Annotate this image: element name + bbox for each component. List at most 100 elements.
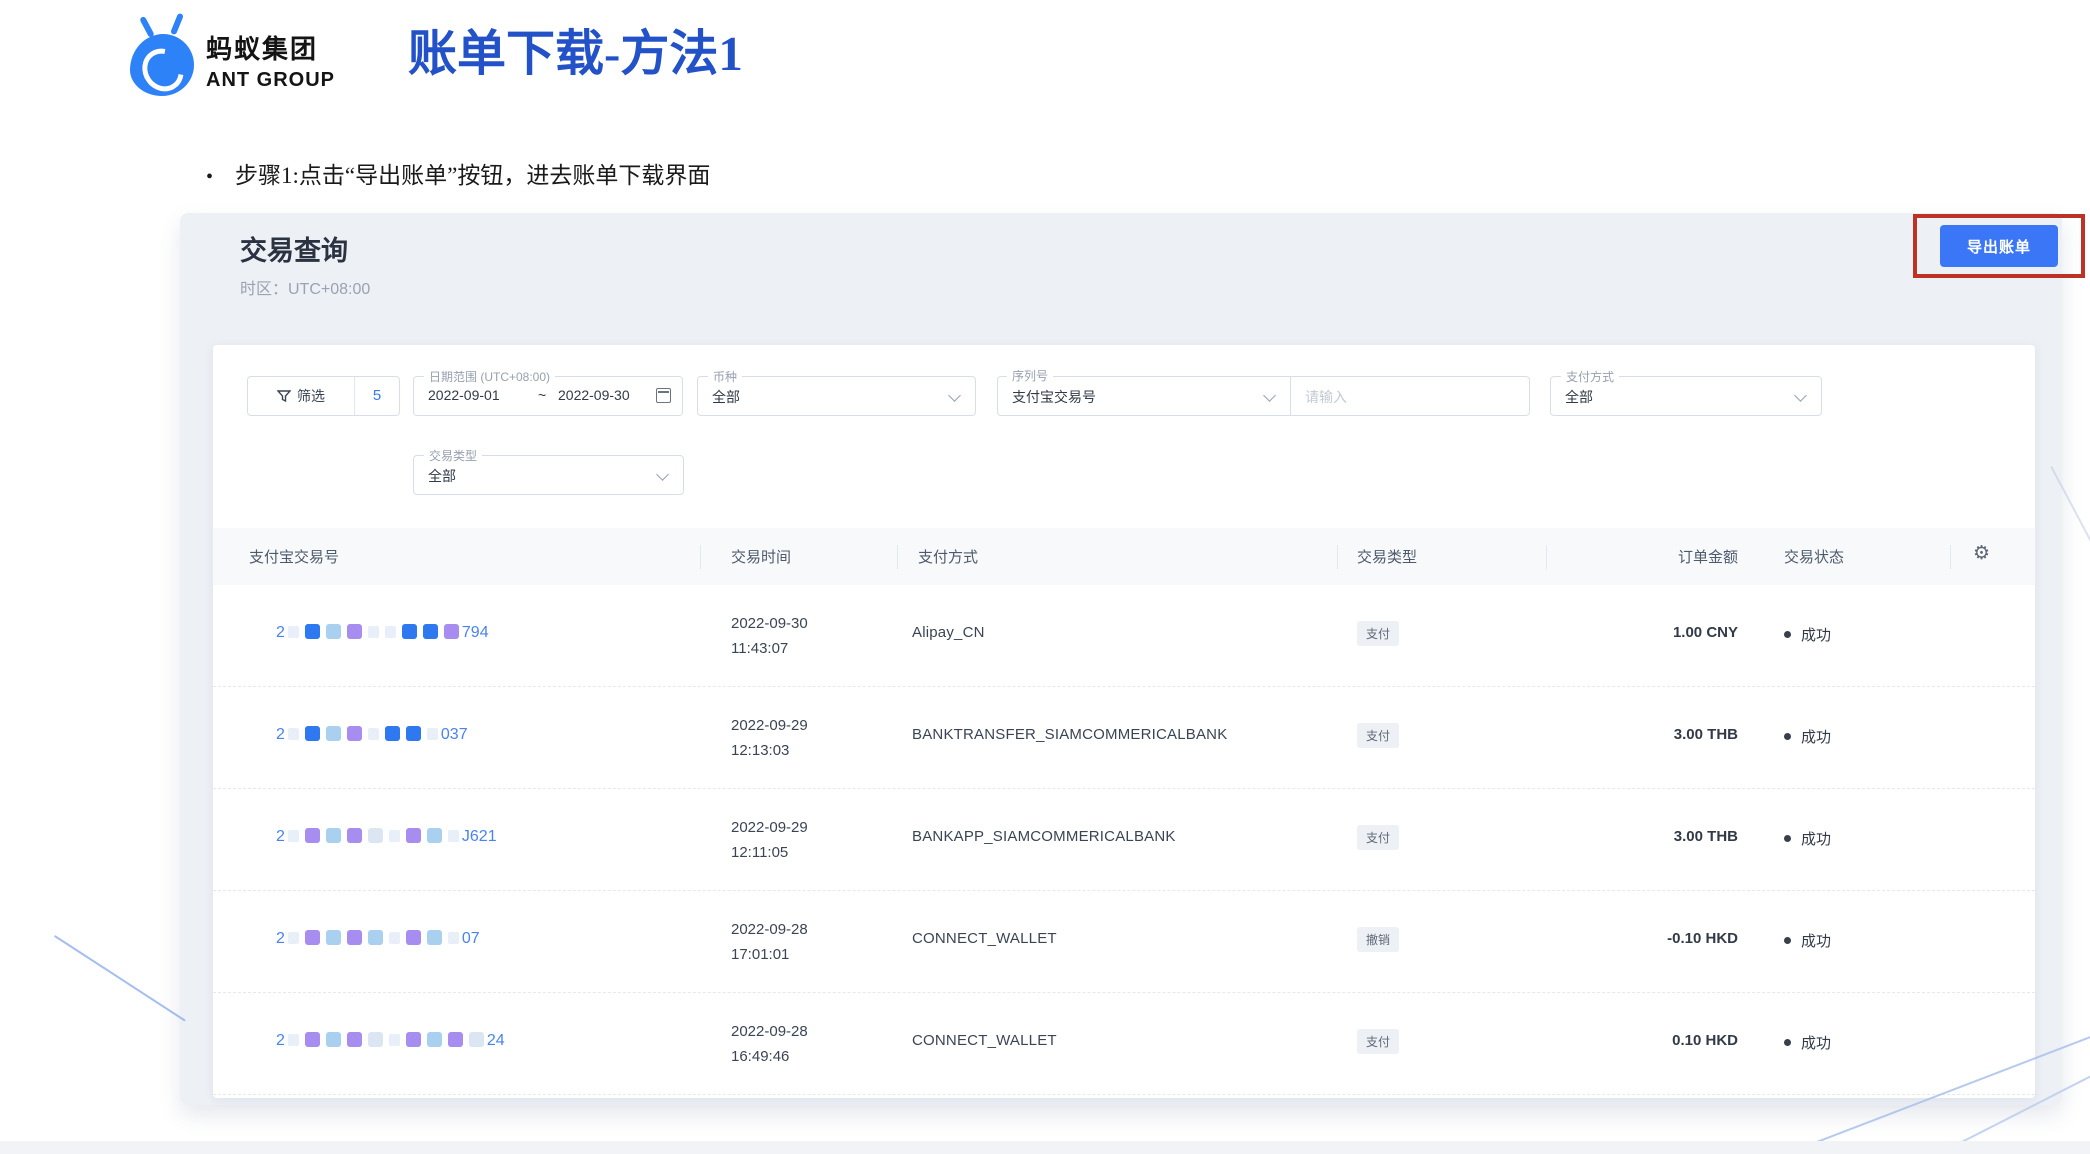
status-dot-icon: [1784, 835, 1791, 842]
filter-toggle-button[interactable]: 筛选 5: [247, 376, 400, 416]
slide-title: 账单下载-方法1: [408, 14, 743, 85]
logo-text: 蚂蚁集团 ANT GROUP: [206, 29, 335, 92]
transaction-id-link[interactable]: 207: [276, 930, 480, 948]
date-range-field[interactable]: 日期范围 (UTC+08:00) 2022-09-01 ~ 2022-09-30: [413, 376, 683, 416]
table-body: 2794 2022-09-3011:43:07 Alipay_CN 支付 1.0…: [213, 585, 2035, 1095]
chevron-down-icon: [1263, 389, 1276, 402]
redaction-block: [385, 726, 400, 741]
step-instruction: •步骤1:点击“导出账单”按钮，进去账单下载界面: [206, 156, 710, 190]
serial-label: 序列号: [1007, 367, 1053, 384]
order-amount: 1.00 CNY: [1673, 624, 1738, 641]
export-bill-button[interactable]: 导出账单: [1940, 225, 2058, 267]
highlight-annotation-box: 导出账单: [1913, 214, 2085, 278]
redaction-block: [368, 626, 379, 638]
redaction-block: [288, 932, 299, 944]
table-header: 支付宝交易号 交易时间 支付方式 交易类型 订单金额 交易状态 ⚙: [213, 528, 2035, 585]
transaction-id-link[interactable]: 2037: [276, 726, 468, 744]
transaction-type: 支付: [1357, 621, 1399, 646]
date-range-label: 日期范围 (UTC+08:00): [424, 368, 555, 385]
logo-name-cn: 蚂蚁集团: [206, 29, 335, 66]
status-dot-icon: [1784, 733, 1791, 740]
pay-method-value: 全部: [1565, 387, 1593, 407]
app-screenshot-panel: 交易查询 时区：UTC+08:00 导出账单 筛选 5 日期范围 (UTC+08…: [180, 213, 2062, 1105]
date-end-value[interactable]: 2022-09-30: [558, 387, 630, 403]
slide: 蚂蚁集团 ANT GROUP 账单下载-方法1 •步骤1:点击“导出账单”按钮，…: [0, 0, 2090, 1154]
redaction-block: [288, 1034, 299, 1046]
redaction-block: [305, 1032, 320, 1047]
txn-type-value: 全部: [428, 466, 456, 486]
redaction-block: [347, 930, 362, 945]
column-settings-gear-icon[interactable]: ⚙: [1973, 542, 1990, 565]
transaction-status: 成功: [1784, 624, 1831, 645]
payment-method: CONNECT_WALLET: [912, 1032, 1057, 1049]
transaction-id-link[interactable]: 2J621: [276, 828, 497, 846]
chevron-down-icon: [948, 389, 961, 402]
pay-method-select[interactable]: 支付方式 全部: [1550, 376, 1822, 416]
order-amount: 0.10 HKD: [1672, 1032, 1738, 1049]
funnel-icon: [277, 389, 291, 403]
redaction-block: [385, 626, 396, 638]
transaction-type: 支付: [1357, 825, 1399, 850]
transaction-status: 成功: [1784, 828, 1831, 849]
redaction-block: [288, 728, 299, 740]
transaction-time: 2022-09-2816:49:46: [731, 1019, 808, 1069]
redaction-block: [326, 930, 341, 945]
redaction-block: [406, 828, 421, 843]
chevron-down-icon: [656, 468, 669, 481]
col-header-status: 交易状态: [1784, 546, 1844, 567]
redaction-block: [288, 626, 299, 638]
redaction-block: [326, 726, 341, 741]
redaction-block: [326, 1032, 341, 1047]
redaction-block: [347, 726, 362, 741]
transaction-id-link[interactable]: 224: [276, 1032, 505, 1050]
logo-name-en: ANT GROUP: [206, 69, 335, 92]
type-badge: 支付: [1357, 1029, 1399, 1054]
redaction-block: [406, 1032, 421, 1047]
bullet-icon: •: [206, 166, 213, 188]
redaction-block: [406, 930, 421, 945]
order-amount: -0.10 HKD: [1667, 930, 1738, 947]
currency-value: 全部: [712, 387, 740, 407]
txn-type-label: 交易类型: [424, 447, 482, 464]
redaction-block: [305, 624, 320, 639]
transaction-type: 撤销: [1357, 927, 1399, 952]
txn-type-select[interactable]: 交易类型 全部: [413, 455, 684, 495]
type-badge: 撤销: [1357, 927, 1399, 952]
serial-input[interactable]: 请输入: [1290, 376, 1530, 416]
redaction-block: [427, 1032, 442, 1047]
redaction-block: [347, 624, 362, 639]
payment-method: BANKTRANSFER_SIAMCOMMERICALBANK: [912, 726, 1227, 743]
bottom-strip: [0, 1141, 2090, 1154]
transaction-time: 2022-09-2912:13:03: [731, 713, 808, 763]
filter-count[interactable]: 5: [354, 377, 399, 415]
redaction-block: [427, 828, 442, 843]
redaction-block: [423, 624, 438, 639]
calendar-icon[interactable]: [656, 388, 671, 403]
redaction-block: [368, 828, 383, 843]
redaction-block: [305, 930, 320, 945]
query-card: 筛选 5 日期范围 (UTC+08:00) 2022-09-01 ~ 2022-…: [213, 345, 2035, 1098]
currency-label: 币种: [708, 368, 742, 385]
redaction-block: [326, 624, 341, 639]
ant-group-logo: 蚂蚁集团 ANT GROUP: [130, 12, 360, 104]
redaction-block: [444, 624, 459, 639]
status-dot-icon: [1784, 1039, 1791, 1046]
currency-select[interactable]: 币种 全部: [697, 376, 976, 416]
serial-field-group: 序列号 支付宝交易号 请输入: [997, 376, 1530, 416]
table-row: 2794 2022-09-3011:43:07 Alipay_CN 支付 1.0…: [213, 585, 2035, 687]
redaction-block: [469, 1032, 484, 1047]
redaction-block: [368, 728, 379, 740]
order-amount: 3.00 THB: [1674, 828, 1738, 845]
redaction-block: [448, 932, 459, 944]
transaction-type: 支付: [1357, 1029, 1399, 1054]
status-dot-icon: [1784, 631, 1791, 638]
redaction-block: [448, 830, 459, 842]
redaction-block: [448, 1032, 463, 1047]
redaction-block: [402, 624, 417, 639]
transaction-type: 支付: [1357, 723, 1399, 748]
transaction-status: 成功: [1784, 1032, 1831, 1053]
transaction-id-link[interactable]: 2794: [276, 624, 489, 642]
table-row: 2037 2022-09-2912:13:03 BANKTRANSFER_SIA…: [213, 687, 2035, 789]
date-start-value[interactable]: 2022-09-01: [428, 387, 500, 403]
redaction-block: [406, 726, 421, 741]
